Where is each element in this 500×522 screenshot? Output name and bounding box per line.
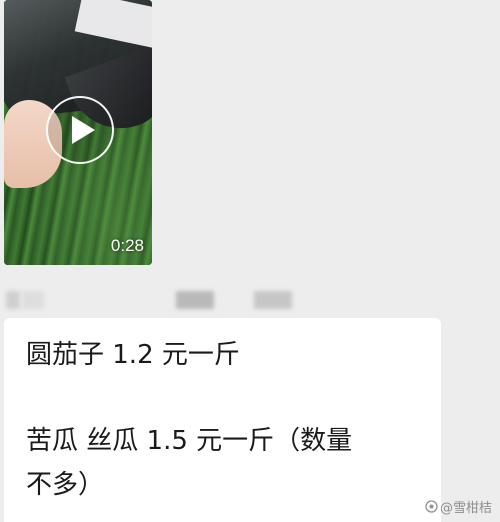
video-message[interactable]: 0:28 — [4, 0, 152, 265]
play-icon — [72, 116, 95, 144]
text-message-bubble[interactable]: 圆茄子 1.2 元一斤 苦瓜 丝瓜 1.5 元一斤（数量 不多） — [4, 318, 441, 522]
platform-logo-icon — [425, 500, 438, 513]
sender-name-blurred — [0, 291, 500, 313]
message-line: 不多） — [26, 470, 105, 500]
play-button[interactable] — [46, 96, 114, 164]
message-line: 圆茄子 1.2 元一斤 — [26, 340, 240, 370]
chat-view: 0:28 圆茄子 1.2 元一斤 苦瓜 丝瓜 1.5 元一斤（数量 不多） @雪… — [0, 0, 500, 522]
watermark: @雪柑桔 — [425, 497, 492, 516]
message-line: 苦瓜 丝瓜 1.5 元一斤（数量 — [26, 426, 353, 456]
video-duration: 0:28 — [110, 236, 144, 255]
watermark-text: @雪柑桔 — [439, 501, 492, 516]
